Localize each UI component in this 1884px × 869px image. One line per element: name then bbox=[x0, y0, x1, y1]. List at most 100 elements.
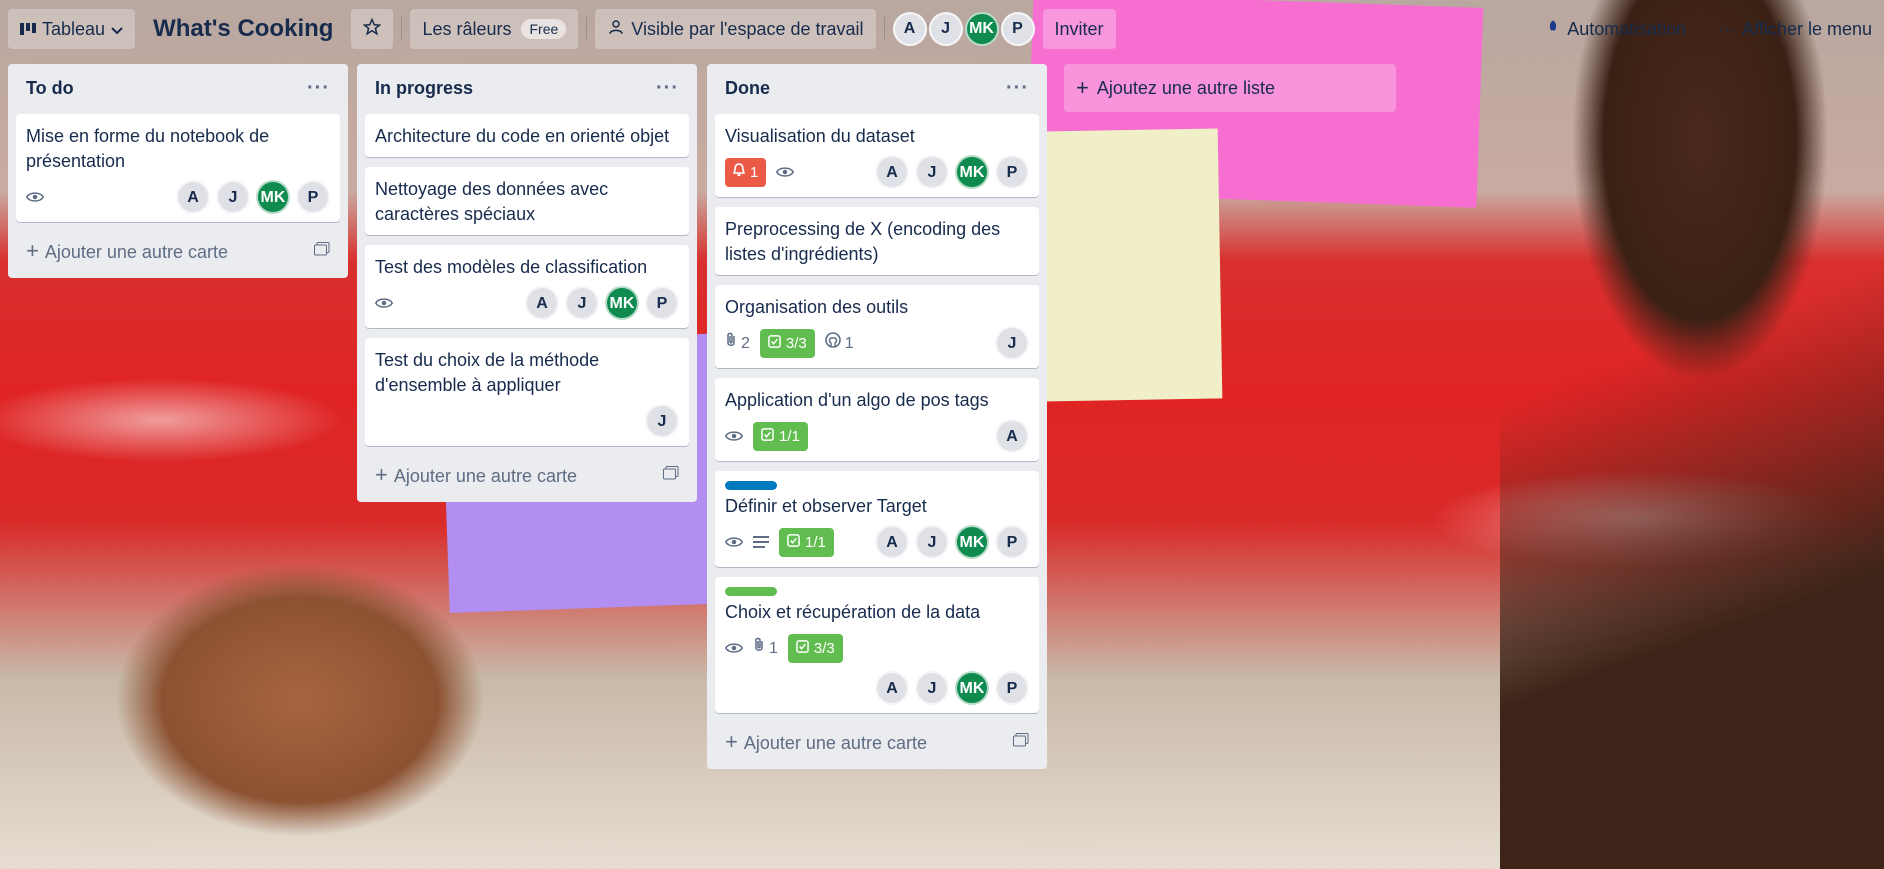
add-card-label: Ajouter une autre carte bbox=[393, 466, 577, 486]
card[interactable]: Choix et récupération de la data 1 3/3 A… bbox=[715, 577, 1039, 713]
avatar[interactable]: P bbox=[296, 180, 330, 214]
view-switcher-button[interactable]: Tableau bbox=[8, 9, 136, 49]
checkbox-icon bbox=[761, 424, 774, 449]
card[interactable]: Mise en forme du notebook de présentatio… bbox=[16, 114, 340, 222]
workspace-name: Les râleurs bbox=[422, 18, 512, 39]
list-menu-icon[interactable]: ··· bbox=[1006, 78, 1029, 98]
add-card-button[interactable]: + Ajouter une autre carte bbox=[715, 723, 1039, 761]
avatar[interactable]: J bbox=[216, 180, 250, 214]
list-title[interactable]: To do bbox=[26, 78, 74, 99]
checklist-badge: 3/3 bbox=[787, 633, 843, 663]
add-list-button[interactable]: + Ajoutez une autre liste bbox=[1064, 64, 1396, 112]
card-members: A bbox=[995, 419, 1029, 453]
background-right-hand bbox=[1500, 0, 1884, 869]
avatar[interactable]: J bbox=[565, 286, 599, 320]
card-title: Nettoyage des données avec caractères sp… bbox=[375, 179, 609, 224]
card-template-icon[interactable] bbox=[663, 465, 679, 485]
card[interactable]: Architecture du code en orienté objet bbox=[365, 114, 689, 157]
avatar[interactable]: P bbox=[1000, 12, 1035, 46]
card-title: Architecture du code en orienté objet bbox=[375, 126, 670, 146]
board-title[interactable]: What's Cooking bbox=[143, 9, 343, 49]
show-menu-label: Afficher le menu bbox=[1742, 18, 1872, 39]
board-header: Tableau What's Cooking Les râleurs Free … bbox=[0, 0, 1884, 58]
avatar[interactable]: A bbox=[875, 525, 909, 559]
list-title[interactable]: In progress bbox=[375, 78, 473, 99]
chevron-down-icon bbox=[111, 19, 123, 40]
avatar[interactable]: P bbox=[645, 286, 679, 320]
card[interactable]: Preprocessing de X (encoding des listes … bbox=[715, 207, 1039, 275]
star-button[interactable] bbox=[351, 9, 394, 49]
avatar[interactable]: A bbox=[176, 180, 210, 214]
plus-icon: + bbox=[375, 462, 388, 487]
divider bbox=[586, 17, 588, 41]
card-members: A J MK P bbox=[875, 525, 1029, 559]
avatar[interactable]: A bbox=[875, 671, 909, 705]
checklist-count: 1/1 bbox=[779, 427, 800, 445]
workspace-button[interactable]: Les râleurs Free bbox=[410, 9, 579, 49]
avatar[interactable]: A bbox=[525, 286, 559, 320]
divider bbox=[401, 17, 403, 41]
avatar[interactable]: MK bbox=[256, 180, 290, 214]
avatar[interactable]: P bbox=[995, 525, 1029, 559]
card-title: Mise en forme du notebook de présentatio… bbox=[26, 126, 270, 171]
star-icon bbox=[363, 17, 382, 41]
avatar[interactable]: J bbox=[928, 12, 963, 46]
card[interactable]: Nettoyage des données avec caractères sp… bbox=[365, 167, 689, 235]
invite-button[interactable]: Inviter bbox=[1042, 9, 1116, 49]
automation-button[interactable]: Automatisation bbox=[1533, 9, 1698, 49]
card[interactable]: Application d'un algo de pos tags 1/1 A bbox=[715, 378, 1039, 461]
avatar[interactable]: J bbox=[915, 525, 949, 559]
avatar[interactable]: J bbox=[645, 404, 679, 438]
list-title[interactable]: Done bbox=[725, 78, 770, 99]
avatar[interactable]: J bbox=[995, 326, 1029, 360]
card[interactable]: Test du choix de la méthode d'ensemble à… bbox=[365, 338, 689, 446]
card-badges: 1/1 A bbox=[725, 419, 1029, 453]
avatar[interactable]: A bbox=[892, 12, 927, 46]
bell-icon bbox=[732, 160, 746, 185]
card-badges: 1 A J MK P bbox=[725, 155, 1029, 189]
visibility-label: Visible par l'espace de travail bbox=[631, 18, 864, 39]
card[interactable]: Visualisation du dataset 1 A J MK P bbox=[715, 114, 1039, 197]
card-template-icon[interactable] bbox=[1013, 732, 1029, 752]
card-title: Test du choix de la méthode d'ensemble à… bbox=[375, 350, 600, 395]
add-card-button[interactable]: + Ajouter une autre carte bbox=[16, 232, 340, 270]
eye-icon bbox=[776, 166, 795, 178]
plus-icon: + bbox=[725, 729, 738, 754]
card[interactable]: Définir et observer Target 1/1 A J MK P bbox=[715, 471, 1039, 567]
card-label-blue[interactable] bbox=[725, 481, 777, 490]
workspace-plan-badge: Free bbox=[521, 19, 567, 39]
avatar[interactable]: MK bbox=[955, 155, 989, 189]
checklist-count: 1/1 bbox=[805, 533, 826, 551]
add-card-label: Ajouter une autre carte bbox=[44, 242, 228, 262]
checklist-badge: 1/1 bbox=[753, 421, 808, 451]
card-template-icon[interactable] bbox=[314, 241, 330, 261]
background-left-hand bbox=[60, 520, 520, 869]
avatar[interactable]: A bbox=[875, 155, 909, 189]
divider bbox=[883, 17, 885, 41]
card-badges: 1/1 A J MK P bbox=[725, 525, 1029, 559]
card[interactable]: Test des modèles de classification A J M… bbox=[365, 245, 689, 328]
show-menu-button[interactable]: ··· Afficher le menu bbox=[1706, 9, 1884, 49]
avatar[interactable]: A bbox=[995, 419, 1029, 453]
avatar[interactable]: MK bbox=[964, 12, 999, 46]
avatar[interactable]: MK bbox=[955, 525, 989, 559]
card-members: A J MK P bbox=[725, 671, 1029, 705]
visibility-button[interactable]: Visible par l'espace de travail bbox=[595, 9, 876, 49]
avatar[interactable]: MK bbox=[955, 671, 989, 705]
notification-badge: 1 bbox=[725, 157, 767, 187]
avatar[interactable]: P bbox=[995, 671, 1029, 705]
checkbox-icon bbox=[796, 636, 809, 661]
checkbox-icon bbox=[768, 331, 781, 356]
list-menu-icon[interactable]: ··· bbox=[307, 78, 330, 98]
attachment-badge: 1 bbox=[753, 636, 778, 661]
card-label-green[interactable] bbox=[725, 587, 777, 596]
avatar[interactable]: J bbox=[915, 155, 949, 189]
card-title: Test des modèles de classification bbox=[375, 257, 648, 277]
avatar[interactable]: P bbox=[995, 155, 1029, 189]
card[interactable]: Organisation des outils 2 3/3 1 J bbox=[715, 285, 1039, 368]
add-card-button[interactable]: + Ajouter une autre carte bbox=[365, 456, 689, 494]
avatar[interactable]: J bbox=[915, 671, 949, 705]
avatar[interactable]: MK bbox=[605, 286, 639, 320]
list-menu-icon[interactable]: ··· bbox=[656, 78, 679, 98]
card-badges: A J MK P bbox=[375, 286, 679, 320]
